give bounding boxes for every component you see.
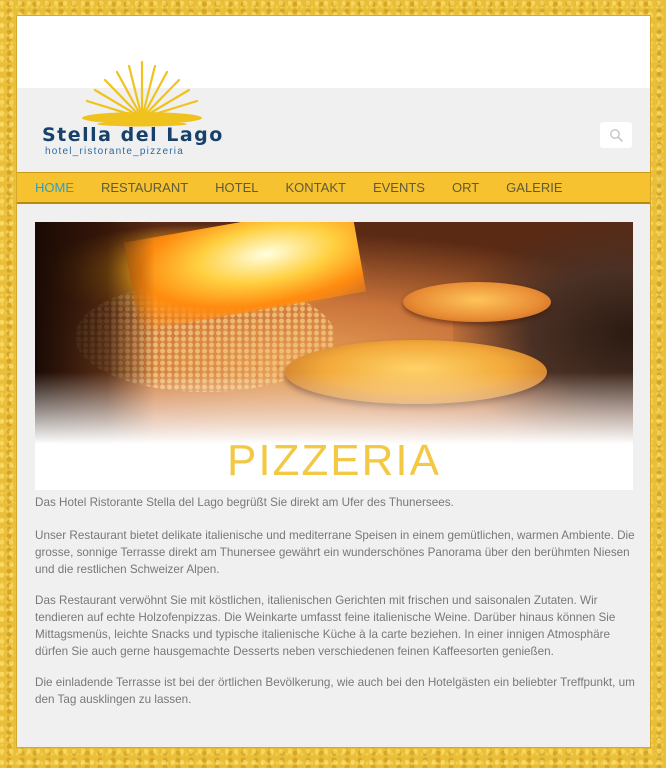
search-button[interactable] xyxy=(600,122,632,148)
page-frame: Stella del Lago hotel_ristorante_pizzeri… xyxy=(16,15,651,748)
pizza-back xyxy=(403,282,551,322)
main-content: Das Hotel Ristorante Stella del Lago beg… xyxy=(35,494,635,722)
search-icon xyxy=(610,129,623,142)
nav-item-hotel[interactable]: HOTEL xyxy=(215,180,258,195)
site-header: Stella del Lago hotel_ristorante_pizzeri… xyxy=(17,60,650,184)
nav-item-ort[interactable]: ORT xyxy=(452,180,479,195)
nav-item-home[interactable]: HOME xyxy=(35,180,74,195)
terrace-paragraph: Die einladende Terrasse ist bei der örtl… xyxy=(35,676,635,706)
main-nav: HOME RESTAURANT HOTEL KONTAKT EVENTS ORT… xyxy=(17,172,650,204)
restaurant-paragraph: Unser Restaurant bietet delikate italien… xyxy=(35,529,635,576)
nav-item-restaurant[interactable]: RESTAURANT xyxy=(101,180,188,195)
nav-item-galerie[interactable]: GALERIE xyxy=(506,180,562,195)
menu-paragraph: Das Restaurant verwöhnt Sie mit köstlich… xyxy=(35,594,616,658)
hero-title: PIZZERIA xyxy=(226,436,442,485)
intro-paragraph: Das Hotel Ristorante Stella del Lago beg… xyxy=(35,496,454,509)
nav-item-events[interactable]: EVENTS xyxy=(373,180,425,195)
logo[interactable]: Stella del Lago hotel_ristorante_pizzeri… xyxy=(39,40,239,160)
sun-logo-icon xyxy=(82,60,202,127)
hero-banner: PIZZERIA xyxy=(35,222,633,490)
nav-item-kontakt[interactable]: KONTAKT xyxy=(286,180,346,195)
brand-name: Stella del Lago xyxy=(42,124,224,146)
brand-tagline: hotel_ristorante_pizzeria xyxy=(45,146,184,157)
